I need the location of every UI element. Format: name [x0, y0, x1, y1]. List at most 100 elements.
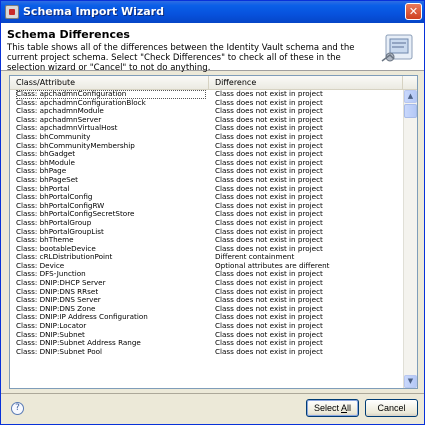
- table-row[interactable]: Class: DNIP:Subnet Pool Class does not ex…: [10, 348, 403, 357]
- cell-class-attribute: Class: DNIP:IP Address Configuration: [16, 313, 148, 322]
- cell-difference: Class does not exist in project: [215, 184, 323, 193]
- cell-class-attribute: Class: bhPage: [16, 167, 67, 176]
- cell-difference: Class does not exist in project: [215, 227, 323, 236]
- table-row[interactable]: Class: apchadmnConfigurationBlock Class d…: [10, 99, 403, 108]
- cell-difference: Class does not exist in project: [215, 330, 323, 339]
- close-button[interactable]: ✕: [405, 3, 422, 20]
- cell-difference: Class does not exist in project: [215, 339, 323, 348]
- column-header-class-attribute[interactable]: Class/Attribute: [10, 76, 209, 90]
- table-row[interactable]: Class: bhPortalGroupList Class does not e…: [10, 228, 403, 237]
- table-row[interactable]: Class: bhTheme Class does not exist in pr…: [10, 236, 403, 245]
- table-row[interactable]: Class: DNIP:Subnet Class does not exist i…: [10, 331, 403, 340]
- cell-class-attribute: Class: DNIP:Subnet Address Range: [16, 339, 141, 348]
- select-all-label-pre: Select: [313, 403, 341, 413]
- cell-difference: Class does not exist in project: [215, 98, 323, 107]
- select-all-label-post: ll: [347, 403, 352, 413]
- table-row[interactable]: Class: cRLDistributionPoint Different con…: [10, 253, 403, 262]
- cell-difference: Class does not exist in project: [215, 150, 323, 159]
- table-row[interactable]: Class: apchadmnVirtualHost Class does not…: [10, 124, 403, 133]
- cell-class-attribute: Class: apchadmnConfigurationBlock: [16, 98, 146, 107]
- table-row[interactable]: Class: bhPortalConfig Class does not exis…: [10, 193, 403, 202]
- table-row[interactable]: Class: bhPageSet Class does not exist in …: [10, 176, 403, 185]
- cell-class-attribute: Class: bhPortalConfigSecretStore: [16, 210, 135, 219]
- cancel-button[interactable]: Cancel: [365, 399, 418, 417]
- cell-difference: Class does not exist in project: [215, 201, 323, 210]
- vertical-scrollbar[interactable]: ▲ ▼: [403, 90, 417, 388]
- cell-difference: Class does not exist in project: [215, 115, 323, 124]
- cell-class-attribute: Class: bhGadget: [16, 150, 76, 159]
- table-row[interactable]: Class: DNIP:IP Address Configuration Clas…: [10, 313, 403, 322]
- cell-difference: Class does not exist in project: [215, 313, 323, 322]
- cell-difference: Class does not exist in project: [215, 210, 323, 219]
- table-row[interactable]: Class: DFS-Junction Class does not exist …: [10, 270, 403, 279]
- table-row[interactable]: Class: bhPortal Class does not exist in p…: [10, 185, 403, 194]
- cell-class-attribute: Class: bhPageSet: [16, 175, 78, 184]
- cell-difference: Class does not exist in project: [215, 218, 323, 227]
- cell-class-attribute: Class: bhTheme: [16, 236, 74, 245]
- cell-class-attribute: Class: cRLDistributionPoint: [16, 253, 113, 262]
- scroll-down-arrow-icon[interactable]: ▼: [404, 375, 417, 388]
- cell-class-attribute: Class: DNIP:DNS RRset: [16, 287, 99, 296]
- table-row[interactable]: Class: apchadmnConfiguration Class does n…: [10, 90, 403, 99]
- table-row[interactable]: Class: apchadmnServer Class does not exis…: [10, 116, 403, 125]
- cell-difference: Class does not exist in project: [215, 287, 323, 296]
- cell-class-attribute: Class: bhCommunityMembership: [16, 141, 135, 150]
- select-all-button[interactable]: Select All: [306, 399, 359, 417]
- wizard-header: Schema Differences This table shows all …: [1, 23, 424, 73]
- cell-class-attribute: Class: DNIP:Subnet Pool: [16, 347, 103, 356]
- table-row[interactable]: Class: bootableDevice Class does not exis…: [10, 245, 403, 254]
- table-row[interactable]: Class: DNIP:Locator Class does not exist …: [10, 322, 403, 331]
- app-icon: [5, 5, 19, 19]
- table-row[interactable]: Class: bhCommunity Class does not exist i…: [10, 133, 403, 142]
- cell-class-attribute: Class: DNIP:DNS Zone: [16, 304, 96, 313]
- differences-table[interactable]: Class/Attribute Difference Class: apchad…: [9, 75, 418, 389]
- table-row[interactable]: Class: bhPortalConfigSecretStore Class do…: [10, 210, 403, 219]
- cell-class-attribute: Class: Device: [16, 261, 65, 270]
- cell-difference: Class does not exist in project: [215, 270, 323, 279]
- table-row[interactable]: Class: bhGadget Class does not exist in p…: [10, 150, 403, 159]
- cell-difference: Class does not exist in project: [215, 107, 323, 116]
- cell-difference: Class does not exist in project: [215, 193, 323, 202]
- cell-difference: Class does not exist in project: [215, 236, 323, 245]
- title-bar[interactable]: Schema Import Wizard ✕: [1, 1, 424, 23]
- cell-class-attribute: Class: DFS-Junction: [16, 270, 86, 279]
- help-icon[interactable]: ?: [11, 402, 24, 415]
- cell-difference: Optional attributes are different: [215, 261, 330, 270]
- scroll-thumb[interactable]: [404, 104, 417, 118]
- cell-class-attribute: Class: DNIP:Subnet: [16, 330, 85, 339]
- table-row[interactable]: Class: bhModule Class does not exist in p…: [10, 159, 403, 168]
- cell-class-attribute: Class: bootableDevice: [16, 244, 96, 253]
- cell-class-attribute: Class: bhPortalGroup: [16, 218, 92, 227]
- cell-difference: Class does not exist in project: [215, 279, 323, 288]
- cell-class-attribute: Class: DNIP:DNS Server: [16, 296, 101, 305]
- cell-difference: Class does not exist in project: [215, 124, 323, 133]
- cell-class-attribute: Class: bhPortalGroupList: [16, 227, 104, 236]
- column-header-difference[interactable]: Difference: [209, 76, 403, 90]
- schema-import-wizard-window: Schema Import Wizard ✕ Schema Difference…: [0, 0, 425, 425]
- table-row[interactable]: Class: DNIP:DNS RRset Class does not exis…: [10, 288, 403, 297]
- page-title: Schema Differences: [7, 28, 130, 41]
- cell-class-attribute: Class: bhPortal: [16, 184, 70, 193]
- table-row[interactable]: Class: bhPortalGroup Class does not exist…: [10, 219, 403, 228]
- table-row[interactable]: Class: bhPage Class does not exist in pro…: [10, 167, 403, 176]
- table-row[interactable]: Class: bhCommunityMembership Class does n…: [10, 142, 403, 151]
- cell-difference: Class does not exist in project: [215, 296, 323, 305]
- table-row[interactable]: Class: DNIP:DNS Zone Class does not exist…: [10, 305, 403, 314]
- cell-class-attribute: Class: bhCommunity: [16, 132, 91, 141]
- footer-divider: [1, 393, 424, 394]
- cell-class-attribute: Class: bhPortalConfig: [16, 193, 93, 202]
- scroll-up-arrow-icon[interactable]: ▲: [404, 90, 417, 103]
- cell-difference: Class does not exist in project: [215, 244, 323, 253]
- table-row[interactable]: Class: bhPortalConfigRW Class does not ex…: [10, 202, 403, 211]
- cell-difference: Class does not exist in project: [215, 90, 323, 98]
- wizard-schema-icon: [381, 34, 413, 62]
- cell-class-attribute: Class: bhModule: [16, 158, 75, 167]
- cell-difference: Class does not exist in project: [215, 158, 323, 167]
- table-row[interactable]: Class: Device Optional attributes are dif…: [10, 262, 403, 271]
- table-row[interactable]: Class: DNIP:Subnet Address Range Class do…: [10, 339, 403, 348]
- table-row[interactable]: Class: DNIP:DHCP Server Class does not ex…: [10, 279, 403, 288]
- table-row[interactable]: Class: DNIP:DNS Server Class does not exi…: [10, 296, 403, 305]
- cell-class-attribute: Class: apchadmnModule: [16, 107, 104, 116]
- table-row[interactable]: Class: apchadmnModule Class does not exis…: [10, 107, 403, 116]
- cell-difference: Class does not exist in project: [215, 175, 323, 184]
